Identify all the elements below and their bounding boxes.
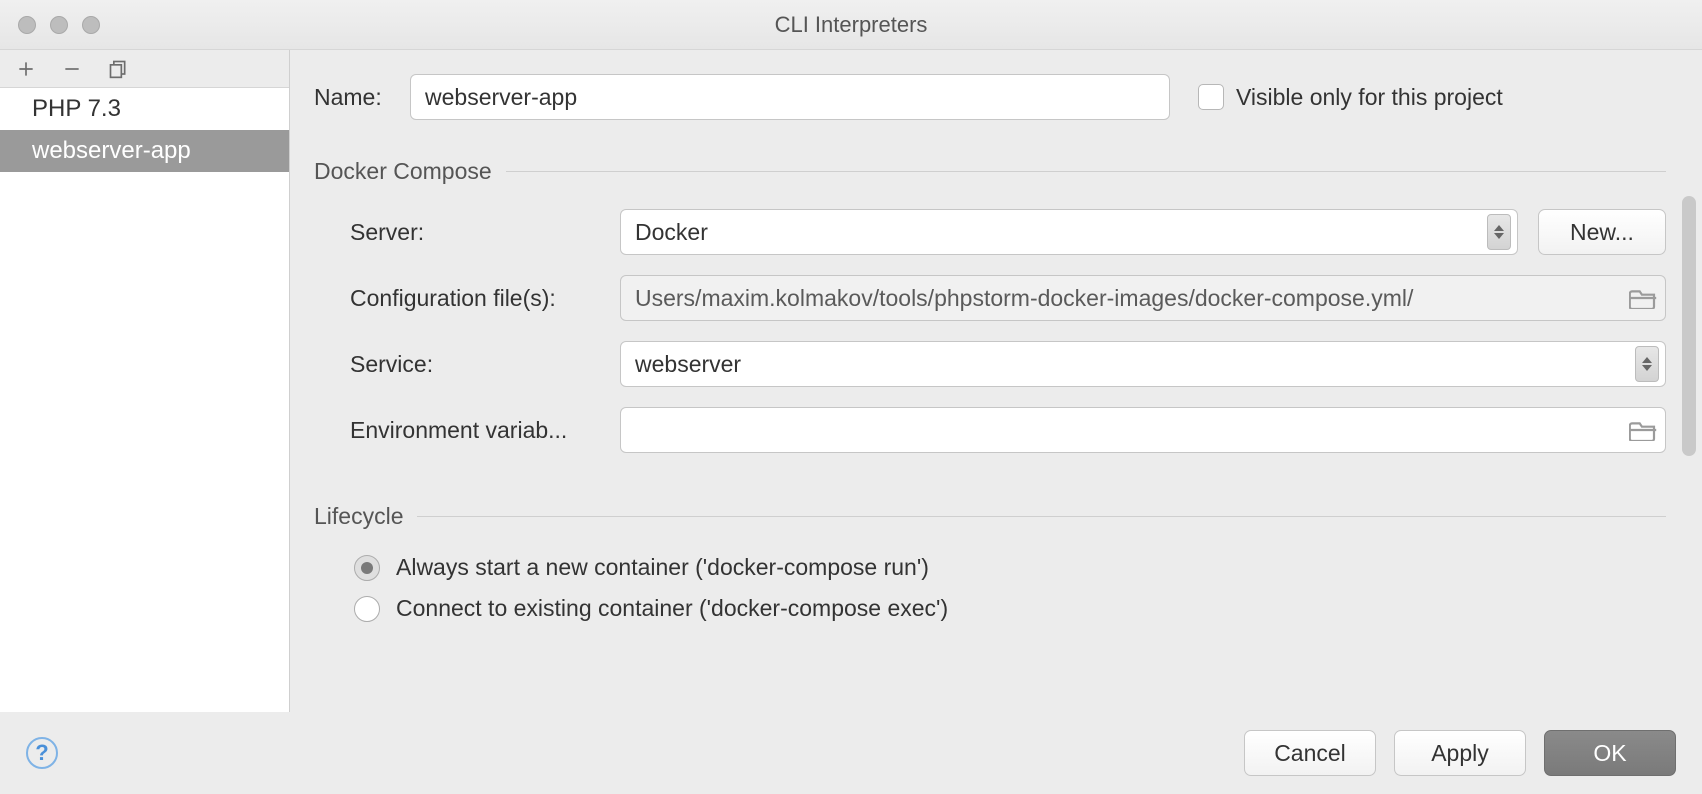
window-title: CLI Interpreters bbox=[0, 12, 1702, 38]
copy-icon bbox=[108, 59, 128, 79]
titlebar: CLI Interpreters bbox=[0, 0, 1702, 50]
env-input[interactable] bbox=[620, 407, 1666, 453]
name-input[interactable] bbox=[410, 74, 1170, 120]
service-label: Service: bbox=[350, 351, 620, 378]
radio-label: Always start a new container ('docker-co… bbox=[396, 554, 929, 581]
apply-button-label: Apply bbox=[1431, 740, 1489, 767]
divider bbox=[417, 516, 1666, 517]
radio-button[interactable] bbox=[354, 596, 380, 622]
config-file-input[interactable]: /Users/maxim.kolmakov/tools/phpstorm-doc… bbox=[620, 275, 1666, 321]
help-button[interactable]: ? bbox=[26, 737, 58, 769]
docker-compose-section-header: Docker Compose bbox=[314, 158, 1666, 185]
name-row: Name: Visible only for this project bbox=[314, 74, 1666, 120]
env-label: Environment variab... bbox=[350, 417, 620, 444]
docker-compose-form: Server: Docker New... Configuration file… bbox=[314, 209, 1666, 473]
divider bbox=[506, 171, 1666, 172]
sidebar-item-label: PHP 7.3 bbox=[32, 95, 121, 122]
chevron-updown-icon bbox=[1635, 346, 1659, 382]
section-title: Lifecycle bbox=[314, 503, 403, 530]
service-select-value: webserver bbox=[635, 351, 741, 378]
interpreter-list-panel: PHP 7.3 webserver-app bbox=[0, 50, 290, 712]
interpreter-details-panel: Name: Visible only for this project Dock… bbox=[290, 50, 1702, 712]
env-row: Environment variab... bbox=[350, 407, 1666, 453]
visible-only-checkbox-wrap[interactable]: Visible only for this project bbox=[1198, 84, 1503, 111]
server-select[interactable]: Docker bbox=[620, 209, 1518, 255]
cancel-button[interactable]: Cancel bbox=[1244, 730, 1376, 776]
cli-interpreters-dialog: CLI Interpreters PHP 7.3 webserv bbox=[0, 0, 1702, 794]
copy-interpreter-button[interactable] bbox=[106, 57, 130, 81]
minus-icon bbox=[62, 59, 82, 79]
name-label: Name: bbox=[314, 84, 410, 111]
dialog-footer: ? Cancel Apply OK bbox=[0, 712, 1702, 794]
new-server-button[interactable]: New... bbox=[1538, 209, 1666, 255]
dialog-body: PHP 7.3 webserver-app Name: Visible only… bbox=[0, 50, 1702, 712]
server-row: Server: Docker New... bbox=[350, 209, 1666, 255]
radio-button[interactable] bbox=[354, 555, 380, 581]
ok-button[interactable]: OK bbox=[1544, 730, 1676, 776]
ok-button-label: OK bbox=[1593, 740, 1626, 767]
help-icon: ? bbox=[35, 740, 48, 766]
plus-icon bbox=[16, 59, 36, 79]
sidebar-item-label: webserver-app bbox=[32, 137, 191, 164]
radio-label: Connect to existing container ('docker-c… bbox=[396, 595, 948, 622]
visible-only-label: Visible only for this project bbox=[1236, 84, 1503, 111]
lifecycle-section-header: Lifecycle bbox=[314, 503, 1666, 530]
remove-interpreter-button[interactable] bbox=[60, 57, 84, 81]
folder-icon bbox=[1629, 419, 1657, 441]
sidebar-toolbar bbox=[0, 50, 289, 88]
apply-button[interactable]: Apply bbox=[1394, 730, 1526, 776]
scrollbar[interactable] bbox=[1682, 196, 1696, 456]
interpreter-list[interactable]: PHP 7.3 webserver-app bbox=[0, 88, 289, 712]
add-interpreter-button[interactable] bbox=[14, 57, 38, 81]
service-row: Service: webserver bbox=[350, 341, 1666, 387]
config-file-row: Configuration file(s): /Users/maxim.kolm… bbox=[350, 275, 1666, 321]
sidebar-item-php73[interactable]: PHP 7.3 bbox=[0, 88, 289, 130]
config-file-value: /Users/maxim.kolmakov/tools/phpstorm-doc… bbox=[635, 285, 1619, 312]
section-title: Docker Compose bbox=[314, 158, 492, 185]
folder-icon bbox=[1629, 287, 1657, 309]
server-label: Server: bbox=[350, 219, 620, 246]
sidebar-item-webserver-app[interactable]: webserver-app bbox=[0, 130, 289, 172]
config-file-label: Configuration file(s): bbox=[350, 285, 620, 312]
chevron-updown-icon bbox=[1487, 214, 1511, 250]
new-server-button-label: New... bbox=[1570, 219, 1634, 246]
cancel-button-label: Cancel bbox=[1274, 740, 1346, 767]
service-select[interactable]: webserver bbox=[620, 341, 1666, 387]
lifecycle-option-run[interactable]: Always start a new container ('docker-co… bbox=[314, 554, 1666, 581]
visible-only-checkbox[interactable] bbox=[1198, 84, 1224, 110]
server-select-value: Docker bbox=[635, 219, 708, 246]
lifecycle-option-exec[interactable]: Connect to existing container ('docker-c… bbox=[314, 595, 1666, 622]
